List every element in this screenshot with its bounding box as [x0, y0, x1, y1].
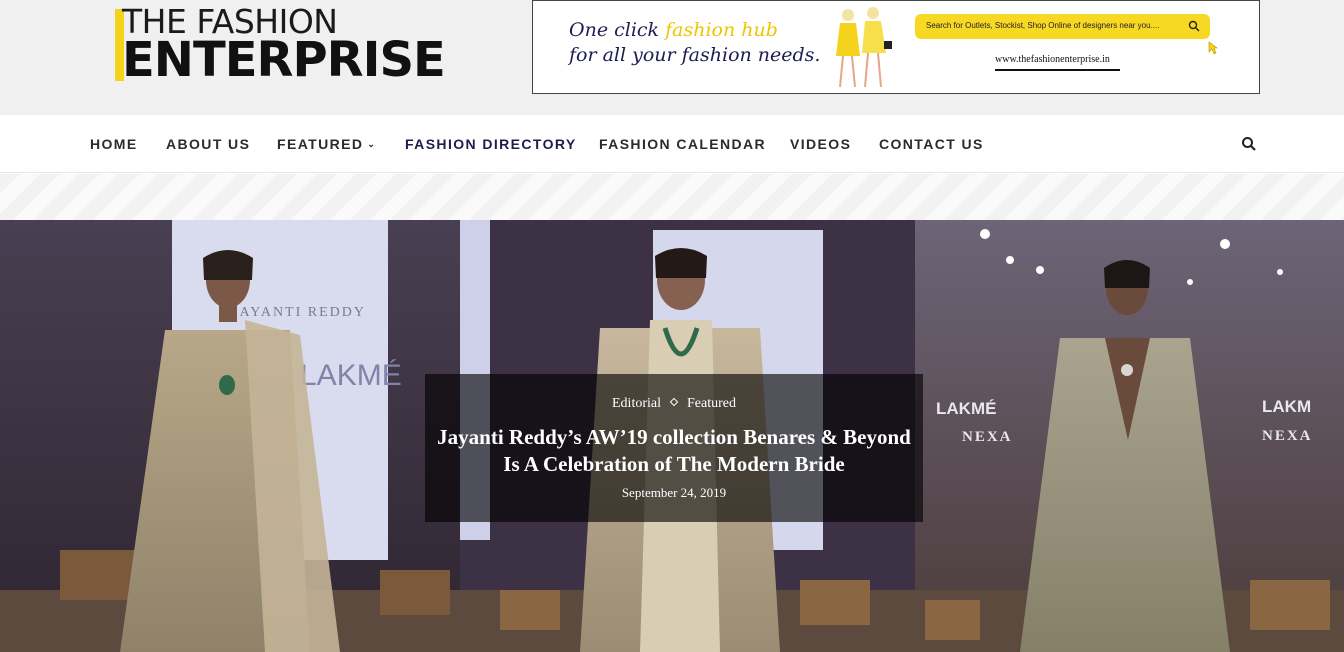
banner-url[interactable]: www.thefashionenterprise.in	[995, 54, 1110, 65]
nav-item-fashion-directory[interactable]: FASHION DIRECTORY	[405, 136, 577, 152]
logo-line-2: ENTERPRISE	[122, 32, 446, 88]
nav-item-videos[interactable]: VIDEOS	[790, 136, 851, 152]
fashion-illustration-icon	[836, 7, 892, 88]
diamond-separator-icon	[669, 397, 679, 407]
search-icon[interactable]	[1188, 20, 1200, 32]
banner-search-placeholder: Search for Outlets, Stockist, Shop Onlin…	[926, 21, 1160, 30]
backdrop-nexa-far-right: NEXA	[1262, 428, 1313, 444]
backdrop-lakme-far-right: LAKM	[1262, 397, 1311, 416]
site-header: THE FASHION ENTERPRISE One click fashion…	[0, 0, 1344, 115]
nav-item-fashion-calendar[interactable]: FASHION CALENDAR	[599, 136, 766, 152]
search-icon[interactable]	[1241, 136, 1257, 152]
banner-tagline-highlight: fashion hub	[665, 19, 778, 41]
post-title[interactable]: Jayanti Reddy’s AW’19 collection Benares…	[433, 424, 915, 478]
pointer-cursor-icon	[1208, 41, 1218, 55]
nav-item-contact-us[interactable]: CONTACT US	[879, 136, 984, 152]
featured-post-caption[interactable]: Editorial Featured Jayanti Reddy’s AW’19 …	[425, 374, 923, 522]
banner-search-bar[interactable]: Search for Outlets, Stockist, Shop Onlin…	[915, 14, 1210, 39]
nav-item-home[interactable]: HOME	[90, 136, 138, 152]
nav-item-featured-label: FEATURED	[277, 136, 364, 152]
backdrop-lakme-text: LAKMÉ	[300, 359, 402, 392]
post-date: September 24, 2019	[621, 485, 727, 500]
ad-banner[interactable]: One click fashion hub for all your fashi…	[532, 0, 1260, 94]
backdrop-lakme-right: LAKMÉ	[936, 399, 996, 418]
category-link-editorial[interactable]: Editorial	[612, 396, 661, 411]
backdrop-nexa-text: NEXA	[962, 429, 1013, 445]
main-nav: HOME ABOUT US FEATURED ⌄ FASHION DIRECTOR…	[0, 115, 1344, 173]
site-logo[interactable]: THE FASHION ENTERPRISE	[115, 4, 475, 88]
banner-url-underline	[995, 69, 1120, 71]
chevron-down-icon: ⌄	[367, 139, 377, 149]
featured-slider[interactable]: JAYANTI REDDY LAKMÉ LAKMÉ NEXA LAKM NEXA	[0, 220, 1344, 652]
nav-item-about-us[interactable]: ABOUT US	[166, 136, 250, 152]
banner-tagline-pre: One click	[569, 19, 666, 41]
banner-tagline-line2: for all your fashion needs.	[569, 44, 821, 66]
backdrop-brand-text: JAYANTI REDDY	[232, 305, 366, 320]
category-link-featured[interactable]: Featured	[687, 396, 736, 411]
banner-tagline: One click fashion hub for all your fashi…	[569, 18, 820, 68]
post-categories: Editorial Featured	[425, 396, 923, 412]
nav-item-featured[interactable]: FEATURED ⌄	[277, 136, 376, 152]
decorative-stripe	[0, 174, 1344, 220]
